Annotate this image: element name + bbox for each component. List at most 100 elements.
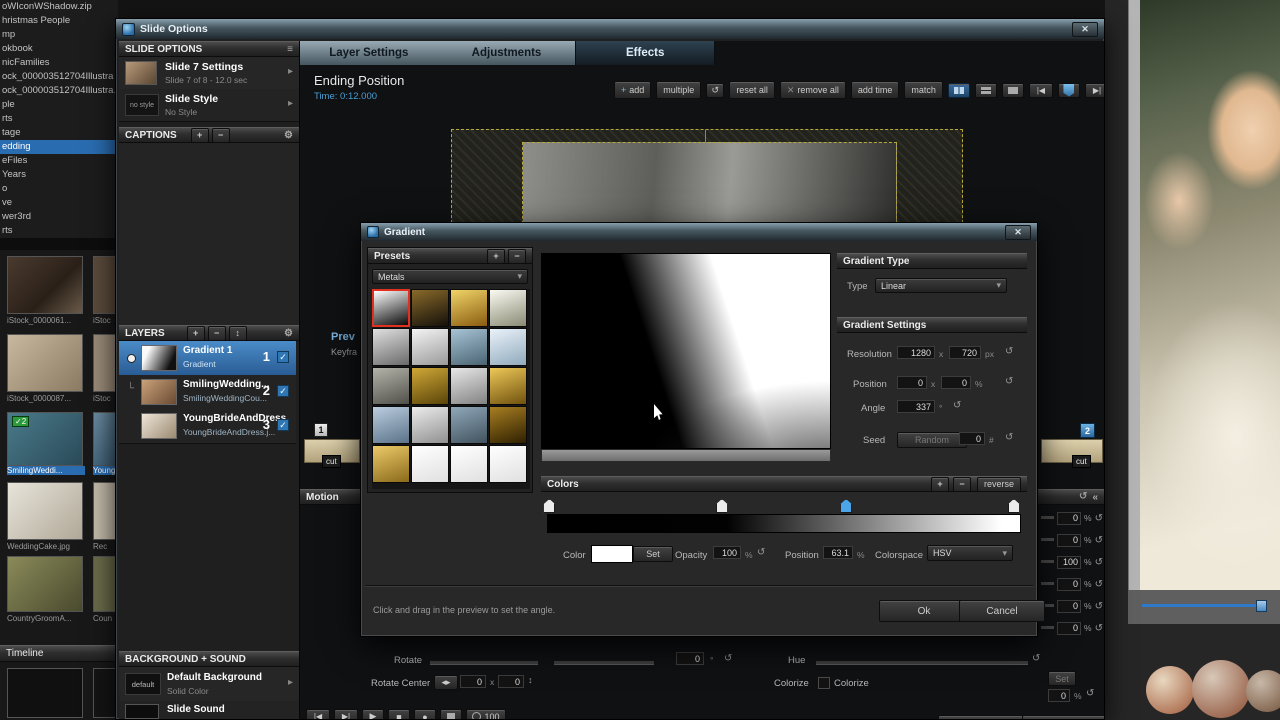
slide-sound-row[interactable]: Slide Sound <box>119 701 299 719</box>
tab-adjustments[interactable]: Adjustments <box>438 41 576 65</box>
preview-slider-handle[interactable] <box>1256 600 1267 612</box>
type-dropdown[interactable]: Linear ▾ <box>875 278 1007 293</box>
layer-visibility-checkbox[interactable]: ✓ <box>277 351 289 363</box>
undo-icon[interactable]: ↺ <box>1095 535 1103 546</box>
keyframe-marker-2[interactable]: 2 <box>1080 423 1095 438</box>
gradient-preview[interactable] <box>541 253 831 449</box>
play-icon[interactable]: ▶ <box>362 709 384 719</box>
layer-thumbnail[interactable] <box>141 379 177 405</box>
tab-effects[interactable]: Effects <box>575 41 716 65</box>
gradient-stop-marker[interactable] <box>543 499 556 513</box>
gradient-preset-swatch[interactable] <box>450 445 488 483</box>
undo-icon[interactable]: ↺ <box>706 82 725 98</box>
gradient-preset-swatch[interactable] <box>450 406 488 444</box>
undo-icon[interactable]: ↺ <box>1095 557 1103 568</box>
file-item[interactable]: ock_000003512704Illustra <box>0 70 118 84</box>
gradient-preset-swatch[interactable] <box>372 289 410 327</box>
adjustment-slider[interactable] <box>1041 538 1054 542</box>
resolution-height[interactable]: 720 <box>949 346 981 359</box>
keyframe-marker-1[interactable]: 1 <box>314 423 328 437</box>
gradient-stop-marker[interactable] <box>715 499 728 513</box>
undo-icon[interactable]: ↺ <box>757 548 765 558</box>
protect-shield-icon[interactable] <box>1057 82 1080 98</box>
multiple-button[interactable]: multiple <box>656 81 702 99</box>
gradient-preset-swatch[interactable] <box>411 445 449 483</box>
file-item[interactable]: wer3rd <box>0 210 118 224</box>
undo-icon[interactable]: ↺ <box>1095 601 1103 612</box>
remove-all-button[interactable]: ✕ remove all <box>779 81 846 99</box>
view-split-icon[interactable] <box>947 82 970 98</box>
seed-random-button[interactable]: Random <box>897 432 967 448</box>
prev-slide-icon[interactable]: |◀ <box>1028 82 1053 98</box>
file-item[interactable]: ock_000003512704Illustra.zip <box>0 84 118 98</box>
match-button[interactable]: match <box>904 81 943 99</box>
file-item[interactable]: rts <box>0 224 118 238</box>
rotate-slider-end[interactable] <box>554 660 654 665</box>
slide-settings-row[interactable]: Slide 7 Settings Slide 7 of 8 - 12.0 sec… <box>119 57 299 90</box>
hue-slider[interactable] <box>816 660 1028 665</box>
reorder-layer-icon[interactable]: ↕ <box>228 325 247 341</box>
gradient-preset-swatch[interactable] <box>450 367 488 405</box>
gradient-preset-swatch[interactable] <box>372 367 410 405</box>
adjustment-slider[interactable] <box>1041 582 1054 586</box>
position-y[interactable]: 0 <box>941 376 971 389</box>
grid-view-icon[interactable] <box>440 709 462 719</box>
adjustment-slider[interactable] <box>1041 516 1054 520</box>
photo-thumbnail[interactable] <box>7 482 83 540</box>
next-slide-icon[interactable]: ▶| <box>1084 82 1104 98</box>
layer-row-gradient[interactable]: Gradient 1 Gradient 1 ✓ <box>119 341 296 376</box>
add-preset-icon[interactable]: + <box>487 248 505 264</box>
file-item[interactable]: mp <box>0 28 118 42</box>
gradient-preset-swatch[interactable] <box>411 289 449 327</box>
gradient-stops-track[interactable] <box>543 499 1021 514</box>
remove-preset-icon[interactable]: − <box>508 248 526 264</box>
gradient-preset-swatch[interactable] <box>489 328 527 366</box>
file-item[interactable]: rts <box>0 112 118 126</box>
undo-icon[interactable]: ↺ <box>1095 623 1103 634</box>
dialog-close-icon[interactable]: ✕ <box>1005 224 1031 240</box>
rotate-value[interactable]: 0 <box>676 652 704 665</box>
stop-icon[interactable]: ■ <box>388 709 410 719</box>
ok-button[interactable]: Ok <box>938 715 1028 719</box>
file-item[interactable]: oWIconWShadow.zip <box>0 0 118 14</box>
last-frame-icon[interactable]: ▶| <box>334 709 358 719</box>
dialog-ok-button[interactable]: Ok <box>879 600 969 622</box>
colorize-value[interactable]: 0 <box>1048 689 1070 702</box>
adjustment-value[interactable]: 0 <box>1057 511 1081 525</box>
cut-transition-label[interactable]: cut <box>1072 455 1091 468</box>
photo-thumbnail[interactable] <box>7 334 83 392</box>
preview-scroll-strip[interactable] <box>541 449 831 462</box>
gear-icon[interactable]: ⚙ <box>284 328 293 339</box>
dialog-titlebar[interactable]: Gradient ✕ <box>361 223 1037 241</box>
menu-icon[interactable]: ≡ <box>287 44 293 55</box>
photo-thumbnail[interactable] <box>7 256 83 314</box>
opacity-value[interactable]: 100 <box>713 546 741 559</box>
view-rows-icon[interactable] <box>974 82 997 98</box>
reverse-button[interactable]: reverse <box>976 476 1021 492</box>
file-item[interactable]: ple <box>0 98 118 112</box>
rotate-slider-start[interactable] <box>430 660 538 665</box>
tab-layer-settings[interactable]: Layer Settings <box>300 41 438 65</box>
add-caption-icon[interactable]: + <box>190 127 209 143</box>
layer-solo-dot-icon[interactable] <box>127 354 136 363</box>
adjustment-slider[interactable] <box>1041 626 1054 630</box>
angle-value[interactable]: 337 <box>897 400 935 413</box>
undo-icon[interactable]: ↺ <box>1005 377 1013 387</box>
close-icon[interactable]: ✕ <box>1072 21 1098 37</box>
adjustment-slider[interactable] <box>1041 560 1054 564</box>
gradient-preset-swatch[interactable] <box>489 445 527 483</box>
layer-thumbnail[interactable] <box>141 345 177 371</box>
gradient-color-bar[interactable] <box>547 514 1021 533</box>
adjustment-value[interactable]: 0 <box>1057 577 1081 591</box>
cancel-button[interactable]: Cancel <box>1022 715 1104 719</box>
undo-icon[interactable]: ↺ <box>1095 579 1103 590</box>
add-layer-icon[interactable]: + <box>186 325 205 341</box>
file-item[interactable]: o <box>0 182 118 196</box>
file-item[interactable]: edding <box>0 140 118 154</box>
adjustment-value[interactable]: 0 <box>1057 621 1081 635</box>
first-frame-icon[interactable]: |◀ <box>306 709 330 719</box>
gradient-preset-swatch[interactable] <box>411 367 449 405</box>
undo-icon[interactable]: ↺ <box>953 401 961 411</box>
add-keyframe-button[interactable]: + add <box>614 81 652 99</box>
layer-thumbnail[interactable] <box>141 413 177 439</box>
